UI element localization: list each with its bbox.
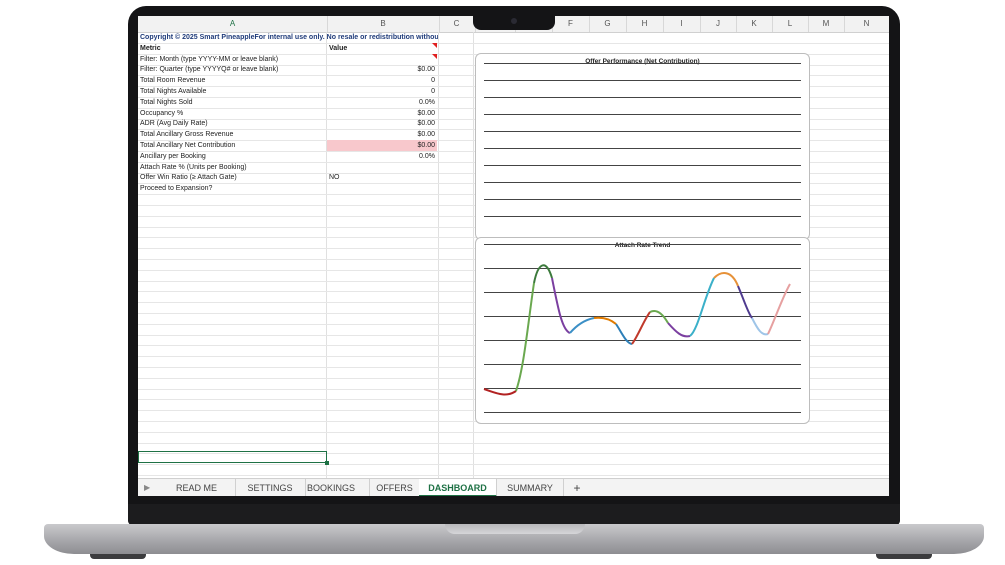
attach-rate-chart[interactable]: Attach Rate Trend [475, 237, 810, 424]
column-header-n[interactable]: N [844, 16, 889, 32]
tab-bookings[interactable]: BOOKINGS [293, 479, 370, 496]
comment-marker-icon[interactable] [432, 42, 437, 48]
chart-gridline [484, 148, 801, 149]
metric-label[interactable]: Total Room Revenue [140, 75, 325, 86]
metric-label[interactable]: Occupancy % [140, 108, 325, 119]
laptop-chin [128, 504, 900, 526]
column-header-b[interactable]: B [327, 16, 440, 32]
metric-label[interactable]: Filter: Month (type YYYY-MM or leave bla… [140, 54, 325, 65]
chart-gridline [484, 63, 801, 64]
chart-gridline [484, 165, 801, 166]
fill-handle[interactable] [325, 461, 329, 465]
chart-gridline [484, 182, 801, 183]
tab-summary[interactable]: SUMMARY [497, 479, 564, 496]
metric-label[interactable]: Filter: Quarter (type YYYYQ# or leave bl… [140, 64, 325, 75]
metric-value[interactable] [327, 54, 437, 65]
column-header-l[interactable]: L [772, 16, 809, 32]
metric-label[interactable]: Proceed to Expansion? [140, 183, 325, 194]
column-header-a[interactable]: A [138, 16, 328, 32]
metric-value[interactable]: 0 [327, 86, 437, 97]
offer-performance-chart[interactable]: Offer Performance (Net Contribution) [475, 53, 810, 240]
column-header-c[interactable]: C [438, 16, 476, 32]
column-header-g[interactable]: G [589, 16, 627, 32]
sheet-tab-bar: ▶ READ ME SETTINGS BOOKINGS OFFERS DASHBOARD… [138, 478, 889, 496]
chart-gridline [484, 216, 801, 217]
column-header-f[interactable]: F [552, 16, 590, 32]
chart-gridline [484, 80, 801, 81]
chart-gridline [484, 114, 801, 115]
metric-value[interactable]: $0.00 [327, 118, 437, 129]
spreadsheet-window: ABCDEFGHIJKLMN Copyright © 2025 Smart Pi… [138, 16, 889, 496]
tab-read-me[interactable]: READ ME [158, 479, 236, 496]
sheet-scroll-arrow-icon[interactable]: ▶ [144, 479, 150, 496]
chart-gridline [484, 97, 801, 98]
metric-label[interactable]: Total Nights Available [140, 86, 325, 97]
comment-marker-icon[interactable] [432, 53, 437, 59]
grid-row[interactable] [138, 464, 889, 476]
metric-label[interactable]: Attach Rate % (Units per Booking) [140, 162, 325, 173]
laptop-foot [90, 554, 146, 559]
column-header-m[interactable]: M [808, 16, 845, 32]
attach-rate-trend-line [483, 264, 791, 396]
chart-gridline [484, 131, 801, 132]
tab-dashboard[interactable]: DASHBOARD [419, 479, 497, 496]
chart-gridline [484, 199, 801, 200]
metric-value[interactable]: $0.00 [327, 129, 437, 140]
metric-value[interactable]: 0.0% [327, 97, 437, 108]
metric-header: Metric [140, 44, 161, 52]
metric-label[interactable]: Total Ancillary Gross Revenue [140, 129, 325, 140]
metric-value[interactable] [327, 183, 437, 194]
laptop-foot [876, 554, 932, 559]
metric-label[interactable]: Total Ancillary Net Contribution [140, 140, 325, 151]
metric-value[interactable]: $0.00 [327, 108, 437, 119]
metric-value[interactable]: 0 [327, 75, 437, 86]
metric-label[interactable]: ADR (Avg Daily Rate) [140, 118, 325, 129]
metric-value[interactable] [327, 162, 437, 173]
add-sheet-button[interactable]: + [567, 479, 587, 496]
value-header: Value [329, 44, 348, 52]
column-header-h[interactable]: H [626, 16, 664, 32]
metric-label[interactable]: Offer Win Ratio (≥ Attach Gate) [140, 172, 325, 183]
camera-icon [511, 18, 517, 24]
metric-value[interactable]: 0.0% [327, 151, 437, 162]
metric-value[interactable]: NO [327, 172, 437, 183]
metric-value[interactable]: $0.00 [327, 140, 437, 151]
active-cell-selection[interactable] [138, 451, 329, 465]
column-header-j[interactable]: J [700, 16, 737, 32]
metric-label[interactable]: Ancillary per Booking [140, 151, 325, 162]
column-header-k[interactable]: K [736, 16, 773, 32]
column-header-i[interactable]: I [663, 16, 701, 32]
metric-value[interactable]: $0.00 [327, 64, 437, 75]
camera-notch [473, 14, 555, 30]
laptop-thumb-notch [445, 524, 585, 534]
metric-label[interactable]: Total Nights Sold [140, 97, 325, 108]
